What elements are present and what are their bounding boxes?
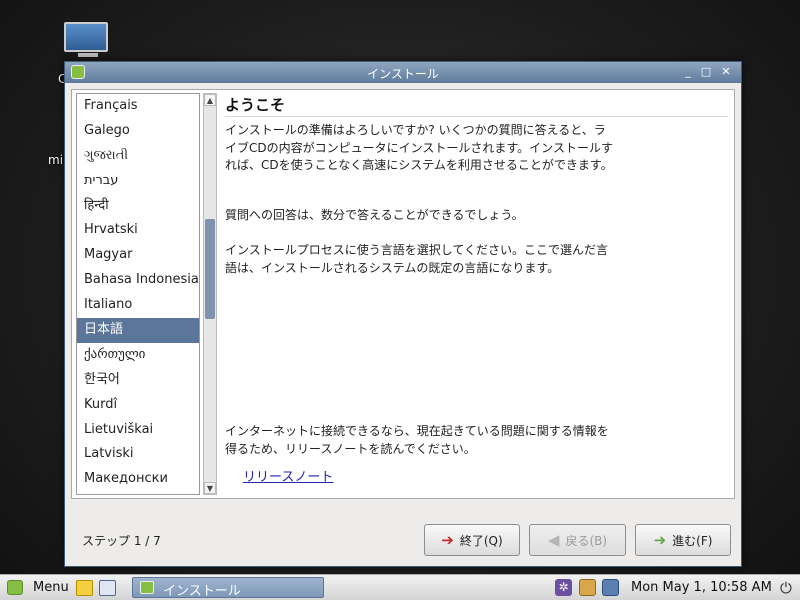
language-list-item[interactable]: Hrvatski (77, 218, 199, 243)
language-list-item[interactable]: ქართული (77, 343, 199, 368)
welcome-paragraph-time: 質問への回答は、数分で答えることができるでしょう。 (225, 208, 524, 222)
language-list-item[interactable]: עברית (77, 169, 199, 194)
welcome-paragraph-intro: インストールの準備はよろしいですか? いくつかの質問に答えると、ライブCDの内容… (225, 123, 613, 172)
close-button[interactable]: ✕ (719, 65, 733, 79)
scroll-down-icon[interactable]: ▼ (204, 482, 216, 494)
language-list-item[interactable]: Français (77, 94, 199, 119)
quit-button[interactable]: ➔ 終了(Q) (424, 524, 520, 556)
monitor-icon (64, 22, 108, 52)
monitor-stand (78, 53, 98, 57)
language-list-scrollbar[interactable]: ▲ ▼ (203, 93, 217, 495)
arrow-left-icon: ◀ (547, 530, 560, 549)
taskbar: Menu インストール ✲ Mon May 1, 10:58 AM ⏻ (0, 574, 800, 600)
computer-desktop-icon[interactable] (64, 22, 112, 58)
quit-button-label: 終了(Q) (459, 533, 503, 548)
gear-icon[interactable]: ✲ (555, 579, 572, 596)
language-list[interactable]: Français Galego ગુજરાતી עברית हिन्दी Hrvatski… (76, 93, 200, 495)
forward-button-label: 進む(F) (672, 533, 713, 548)
language-list-item[interactable]: Lietuviškai (77, 418, 199, 443)
language-list-item[interactable]: Kurdî (77, 393, 199, 418)
back-button[interactable]: ◀ 戻る(B) (529, 524, 626, 556)
clock[interactable]: Mon May 1, 10:58 AM (631, 580, 772, 595)
welcome-heading: ようこそ (225, 96, 286, 114)
arrow-right-icon: ➜ (653, 530, 667, 549)
text-editor-launcher-icon[interactable] (76, 580, 93, 596)
welcome-paragraph-language: インストールプロセスに使う言語を選択してください。ここで選んだ言語は、インストー… (225, 243, 609, 275)
step-indicator: ステップ 1 / 7 (82, 534, 161, 548)
lock-icon[interactable] (579, 579, 596, 596)
language-list-item[interactable]: ગુજરાતી (77, 144, 199, 169)
scrollbar-thumb[interactable] (205, 219, 215, 319)
desktop-label-mint: mi (48, 153, 64, 167)
menu-button[interactable]: Menu (33, 580, 69, 595)
language-list-item[interactable]: Bahasa Indonesia (77, 268, 199, 293)
language-list-item[interactable]: Galego (77, 119, 199, 144)
mint-app-icon (140, 581, 154, 594)
back-button-label: 戻る(B) (565, 533, 608, 548)
taskbar-item-label: インストール (163, 584, 241, 599)
exit-door-icon: ➔ (441, 530, 454, 549)
window-titlebar[interactable]: インストール _ □ ✕ (65, 62, 741, 83)
maximize-button[interactable]: □ (699, 65, 713, 79)
heading-divider (225, 116, 728, 117)
language-list-item[interactable]: हिन्दी (77, 194, 199, 219)
welcome-paragraph-internet: インターネットに接続できるなら、現在起きている問題に関する情報を得るため、リリー… (225, 424, 609, 456)
language-list-item[interactable]: 日本語 (77, 318, 199, 343)
content-pane: Français Galego ગુજરાતી עברית हिन्दी Hrvatski… (71, 89, 735, 499)
language-list-item[interactable]: Magyar (77, 243, 199, 268)
mint-menu-icon[interactable] (7, 580, 23, 595)
scroll-up-icon[interactable]: ▲ (204, 94, 216, 106)
minimize-button[interactable]: _ (681, 65, 695, 79)
language-list-item[interactable]: Latviski (77, 442, 199, 467)
window-title: インストール (367, 67, 439, 81)
taskbar-item-installer[interactable]: インストール (132, 577, 324, 599)
forward-button[interactable]: ➜ 進む(F) (635, 524, 731, 556)
terminal-launcher-icon[interactable] (99, 580, 116, 596)
network-icon[interactable] (602, 579, 619, 596)
installer-window: インストール _ □ ✕ Français Galego ગુજરાતી עברית ह… (64, 61, 742, 567)
language-list-item[interactable]: 한국어 (77, 368, 199, 393)
language-list-item[interactable]: Italiano (77, 293, 199, 318)
release-notes-link[interactable]: リリースノート (243, 466, 333, 485)
language-list-item[interactable]: Македонски (77, 467, 199, 492)
power-icon[interactable]: ⏻ (780, 579, 792, 597)
